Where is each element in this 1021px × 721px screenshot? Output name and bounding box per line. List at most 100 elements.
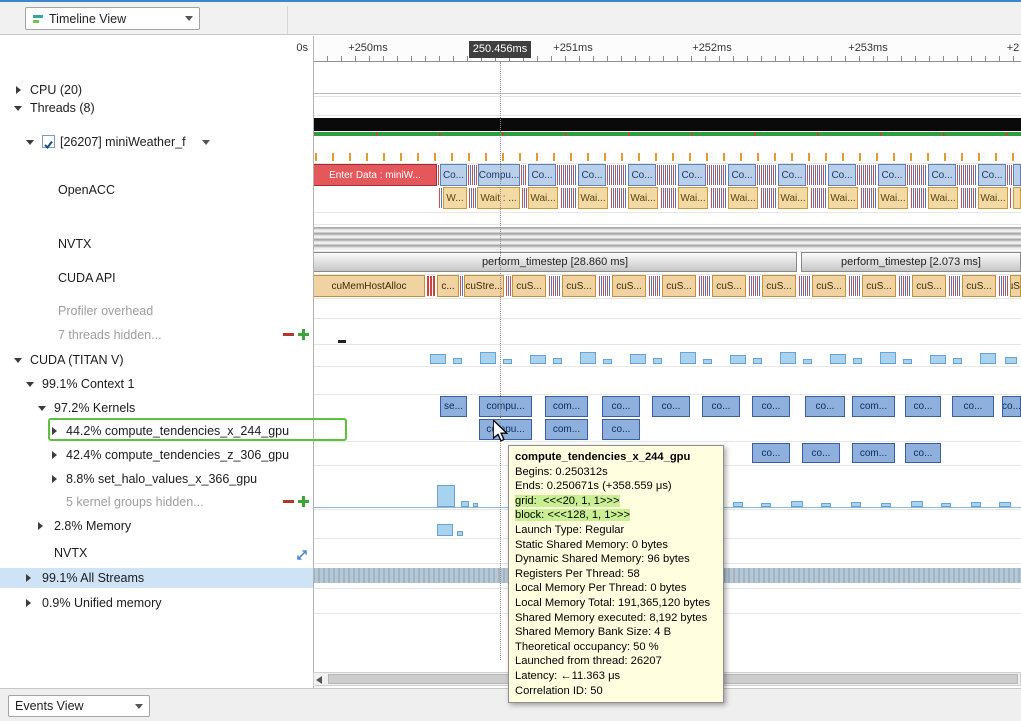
sidebar-row-all-streams[interactable]: 99.1% All Streams	[0, 568, 313, 588]
openacc-wait-event[interactable]: Wai...	[628, 187, 658, 209]
thread-state-bar[interactable]	[313, 118, 1021, 131]
cuda-api-event[interactable]: cuS...	[662, 275, 696, 297]
kernel-event[interactable]: compu...	[479, 396, 532, 417]
kernel-event[interactable]: com...	[545, 396, 588, 417]
kernel-event[interactable]: co...	[952, 396, 994, 417]
sidebar-row-kernel-groups-hidden[interactable]: 5 kernel groups hidden...	[0, 492, 313, 512]
kernel-event[interactable]: com...	[852, 396, 895, 417]
expander-icon[interactable]	[14, 358, 22, 363]
collapse-minus-button[interactable]	[283, 333, 294, 336]
cuda-api-event[interactable]: cuS...	[562, 275, 596, 297]
kernel-event[interactable]: se...	[440, 396, 467, 417]
openacc-wait-event[interactable]: Wai...	[978, 187, 1008, 209]
kernel-event[interactable]: compu...	[479, 419, 532, 440]
openacc-event[interactable]	[1013, 164, 1021, 186]
kernel-event[interactable]: co...	[602, 396, 640, 417]
expander-icon[interactable]	[26, 140, 34, 145]
cuda-api-event[interactable]: c...	[437, 275, 459, 297]
openacc-event[interactable]: Enter Data : miniW...	[313, 164, 437, 186]
sidebar-row-kernel-z306[interactable]: 42.4% compute_tendencies_z_306_gpu	[0, 445, 313, 465]
sidebar-row-threads-hidden[interactable]: 7 threads hidden...	[0, 325, 313, 345]
sidebar-row-profiler-overhead[interactable]: Profiler overhead	[0, 301, 313, 321]
openacc-wait-event[interactable]: Wai...	[878, 187, 908, 209]
sidebar-row-nvtx-2[interactable]: NVTX	[0, 543, 313, 563]
cuda-api-event[interactable]: cuS...	[512, 275, 546, 297]
sidebar-row-kernels[interactable]: 97.2% Kernels	[0, 398, 313, 418]
cuda-api-event[interactable]: cuS...	[912, 275, 946, 297]
openacc-event[interactable]: Co...	[728, 164, 756, 186]
openacc-event[interactable]: Co...	[778, 164, 806, 186]
openacc-wait-event[interactable]: Wai...	[928, 187, 958, 209]
openacc-event[interactable]: Co...	[878, 164, 906, 186]
process-checkbox[interactable]	[42, 135, 55, 148]
cuda-api-event[interactable]: cuStre...	[464, 275, 504, 297]
expander-icon[interactable]	[14, 106, 22, 111]
expand-plus-button[interactable]	[298, 329, 309, 340]
events-view-dropdown[interactable]: Events View	[8, 695, 150, 717]
openacc-wait-event[interactable]: Wai...	[778, 187, 808, 209]
time-marker-line[interactable]	[500, 62, 501, 660]
timeline-ruler[interactable]: +250ms+251ms+252ms+253ms+2 250.456ms	[313, 36, 1021, 62]
openacc-event[interactable]: Co...	[678, 164, 706, 186]
expander-icon[interactable]	[26, 382, 34, 387]
kernel-event[interactable]: co...	[752, 443, 790, 463]
sidebar-row-cuda-device[interactable]: CUDA (TITAN V)	[0, 350, 313, 370]
nvtx-range[interactable]: perform_timestep [2.073 ms]	[801, 252, 1021, 272]
pane-splitter[interactable]	[313, 36, 314, 688]
sidebar-row-cuda-api[interactable]: CUDA API	[0, 268, 313, 288]
cuda-api-event[interactable]: cuMemHostAlloc	[313, 275, 425, 297]
chevron-down-icon[interactable]	[202, 140, 210, 145]
openacc-event[interactable]: Co...	[828, 164, 856, 186]
kernel-event[interactable]: co...	[805, 396, 845, 417]
openacc-wait-event[interactable]: Wai...	[578, 187, 608, 209]
sidebar-row-process[interactable]: [26207] miniWeather_f	[0, 132, 313, 152]
openacc-wait-event[interactable]: Wai...	[678, 187, 708, 209]
kernel-event[interactable]: com...	[852, 443, 895, 463]
openacc-event[interactable]: Co...	[440, 164, 467, 186]
nvtx-range[interactable]: perform_timestep [28.860 ms]	[313, 252, 797, 272]
openacc-event[interactable]: Co...	[928, 164, 956, 186]
kernel-event[interactable]: co...	[602, 419, 640, 440]
openacc-wait-event[interactable]: Wai...	[528, 187, 558, 209]
expander-icon[interactable]	[52, 475, 57, 483]
cuda-api-event[interactable]: cuS...	[712, 275, 746, 297]
openacc-wait-event[interactable]: Wai...	[828, 187, 858, 209]
cuda-api-event[interactable]: cuS...	[862, 275, 896, 297]
cuda-api-event[interactable]: cuS...	[762, 275, 796, 297]
cuda-api-event[interactable]: cuS...	[1010, 275, 1021, 297]
sidebar-row-context1[interactable]: 99.1% Context 1	[0, 374, 313, 394]
sidebar-row-kernel-x244[interactable]: 44.2% compute_tendencies_x_244_gpu	[0, 421, 313, 441]
expander-icon[interactable]	[26, 599, 31, 607]
expander-icon[interactable]	[38, 522, 43, 530]
kernel-event[interactable]: co...	[752, 396, 790, 417]
openacc-wait-event[interactable]: Wait : ...	[477, 187, 520, 209]
openacc-wait-event[interactable]: W...	[443, 187, 467, 209]
kernel-event[interactable]: co...	[1002, 396, 1021, 417]
expand-plus-button[interactable]	[298, 496, 309, 507]
cuda-api-event[interactable]: cuS...	[812, 275, 846, 297]
expander-icon[interactable]	[16, 86, 21, 94]
kernel-event[interactable]: co...	[802, 443, 840, 463]
openacc-event[interactable]: Co...	[528, 164, 556, 186]
cuda-api-event[interactable]: cuS...	[962, 275, 996, 297]
collapse-minus-button[interactable]	[283, 500, 294, 503]
openacc-wait-event[interactable]: Wai...	[728, 187, 758, 209]
kernel-event[interactable]: co...	[652, 396, 690, 417]
openacc-event[interactable]: Co...	[628, 164, 656, 186]
expander-icon[interactable]	[52, 427, 57, 435]
sidebar-row-nvtx[interactable]: NVTX	[0, 234, 313, 254]
openacc-event[interactable]: Compu...	[478, 164, 520, 186]
expander-icon[interactable]	[52, 451, 57, 459]
time-marker-badge[interactable]: 250.456ms	[469, 41, 531, 58]
sidebar-row-unified-memory[interactable]: 0.9% Unified memory	[0, 593, 313, 613]
kernel-event[interactable]: co...	[702, 396, 740, 417]
cuda-api-event[interactable]: cuS...	[612, 275, 646, 297]
sidebar-row-threads[interactable]: Threads (8)	[0, 98, 313, 118]
sidebar-row-memory[interactable]: 2.8% Memory	[0, 516, 313, 536]
expander-icon[interactable]	[26, 574, 31, 582]
kernel-event[interactable]: co...	[905, 443, 941, 463]
expander-icon[interactable]	[38, 406, 46, 411]
openacc-wait-event[interactable]	[1013, 187, 1021, 209]
sidebar-row-cpu[interactable]: CPU (20)	[0, 80, 313, 100]
scroll-left-arrow-icon[interactable]	[316, 676, 322, 684]
